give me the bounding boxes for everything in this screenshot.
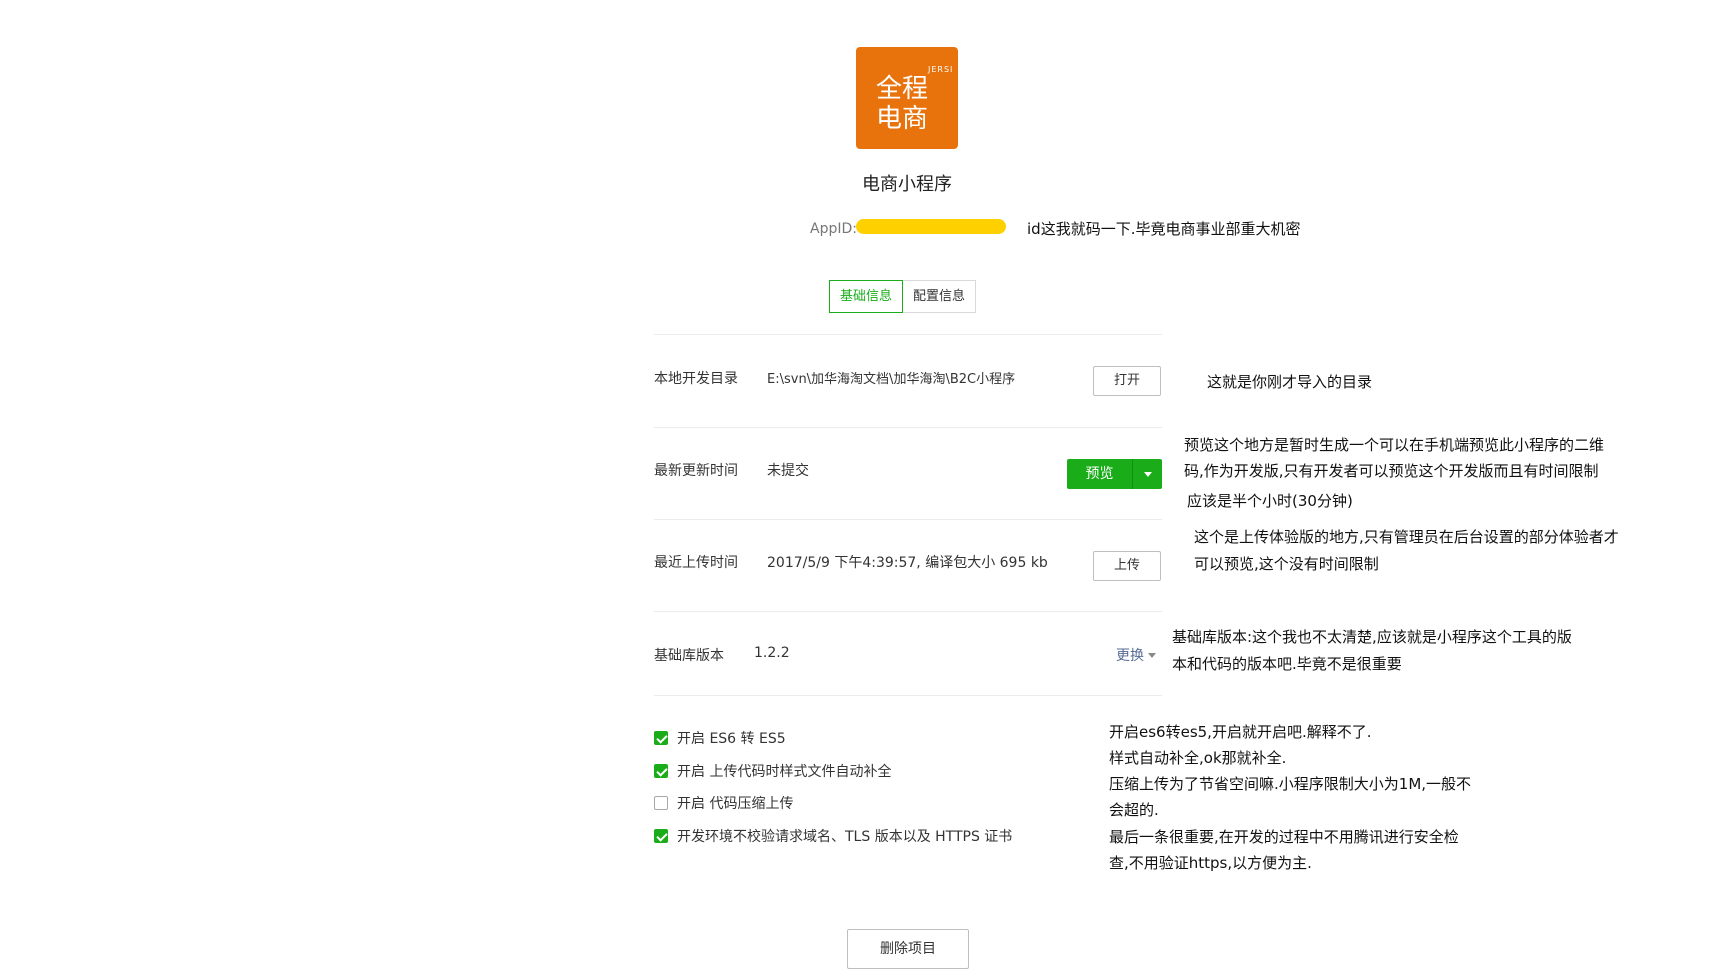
checkbox-checked-icon[interactable]	[654, 829, 668, 843]
local-dir-value: E:\svn\加华海淘文档\加华海淘\B2C小程序	[767, 372, 1016, 387]
chevron-down-icon	[1143, 471, 1152, 477]
logo-brand-text: JERSI	[927, 65, 953, 74]
options-annotation-line-2: 样式自动补全,ok那就补全.	[1109, 749, 1287, 767]
tab-bar: 基础信息 配置信息	[829, 280, 977, 313]
local-dir-label: 本地开发目录	[654, 371, 738, 387]
app-logo: JERSI 全程 电商	[856, 47, 958, 149]
checkbox-checked-icon[interactable]	[654, 764, 668, 778]
preview-annotation-line-2: 码,作为开发版,只有开发者可以预览这个开发版而且有时间限制	[1184, 462, 1599, 480]
option-skip-domain-check[interactable]: 开发环境不校验请求域名、TLS 版本以及 HTTPS 证书	[654, 826, 1012, 846]
lib-version-annotation-line-2: 本和代码的版本吧.毕竟不是很重要	[1172, 655, 1402, 673]
option-label: 开启 代码压缩上传	[677, 796, 794, 812]
upload-annotation-line-2: 可以预览,这个没有时间限制	[1194, 555, 1379, 573]
options-annotation-line-6: 查,不用验证https,以方便为主.	[1109, 854, 1312, 872]
option-code-compress[interactable]: 开启 代码压缩上传	[654, 793, 793, 813]
local-dir-annotation: 这就是你刚才导入的目录	[1207, 373, 1373, 391]
option-label: 开发环境不校验请求域名、TLS 版本以及 HTTPS 证书	[677, 829, 1013, 845]
change-version-label: 更换	[1116, 648, 1144, 664]
open-dir-button[interactable]: 打开	[1093, 366, 1161, 396]
lib-version-value: 1.2.2	[754, 645, 790, 661]
delete-project-button[interactable]: 删除项目	[847, 929, 969, 969]
last-upload-label: 最近上传时间	[654, 555, 738, 571]
preview-split-button: 预览	[1067, 459, 1162, 489]
checkbox-checked-icon[interactable]	[654, 731, 668, 745]
divider	[654, 611, 1162, 612]
divider	[654, 519, 1162, 520]
chevron-down-icon	[1148, 652, 1156, 658]
appid-annotation: id这我就码一下.毕竟电商事业部重大机密	[1027, 220, 1301, 238]
preview-annotation-line-1: 预览这个地方是暂时生成一个可以在手机端预览此小程序的二维	[1184, 436, 1605, 454]
tab-basic-info[interactable]: 基础信息	[829, 280, 904, 313]
checkbox-unchecked-icon[interactable]	[654, 796, 668, 810]
change-version-link[interactable]: 更换	[1116, 645, 1156, 665]
tab-config-info[interactable]: 配置信息	[903, 280, 977, 313]
appid-redaction-mask	[856, 219, 1006, 234]
logo-text-bottom: 电商	[876, 104, 928, 134]
divider	[654, 695, 1162, 696]
upload-annotation-line-1: 这个是上传体验版的地方,只有管理员在后台设置的部分体验者才	[1194, 528, 1619, 546]
preview-annotation-line-3: 应该是半个小时(30分钟)	[1187, 492, 1353, 510]
options-annotation-line-4: 会超的.	[1109, 801, 1159, 819]
option-label: 开启 上传代码时样式文件自动补全	[677, 764, 892, 780]
appid-label: AppID:	[810, 221, 857, 237]
lib-version-annotation-line-1: 基础库版本:这个我也不太清楚,应该就是小程序这个工具的版	[1172, 628, 1572, 646]
option-style-autocomplete[interactable]: 开启 上传代码时样式文件自动补全	[654, 761, 891, 781]
logo-text-top: 全程	[876, 74, 928, 104]
preview-button[interactable]: 预览	[1067, 459, 1132, 489]
lib-version-label: 基础库版本	[654, 648, 724, 664]
options-annotation-line-1: 开启es6转es5,开启就开启吧.解释不了.	[1109, 723, 1372, 741]
last-update-label: 最新更新时间	[654, 463, 738, 479]
options-annotation-line-3: 压缩上传为了节省空间嘛.小程序限制大小为1M,一般不	[1109, 775, 1472, 793]
last-upload-value: 2017/5/9 下午4:39:57, 编译包大小 695 kb	[767, 555, 1048, 571]
upload-button[interactable]: 上传	[1093, 551, 1161, 581]
divider	[654, 427, 1162, 428]
options-annotation-line-5: 最后一条很重要,在开发的过程中不用腾讯进行安全检	[1109, 828, 1459, 846]
option-es6-to-es5[interactable]: 开启 ES6 转 ES5	[654, 728, 786, 748]
app-name: 电商小程序	[862, 174, 952, 195]
option-label: 开启 ES6 转 ES5	[677, 731, 786, 747]
last-update-value: 未提交	[767, 463, 809, 479]
preview-dropdown-button[interactable]	[1133, 459, 1162, 489]
divider	[654, 334, 1162, 335]
